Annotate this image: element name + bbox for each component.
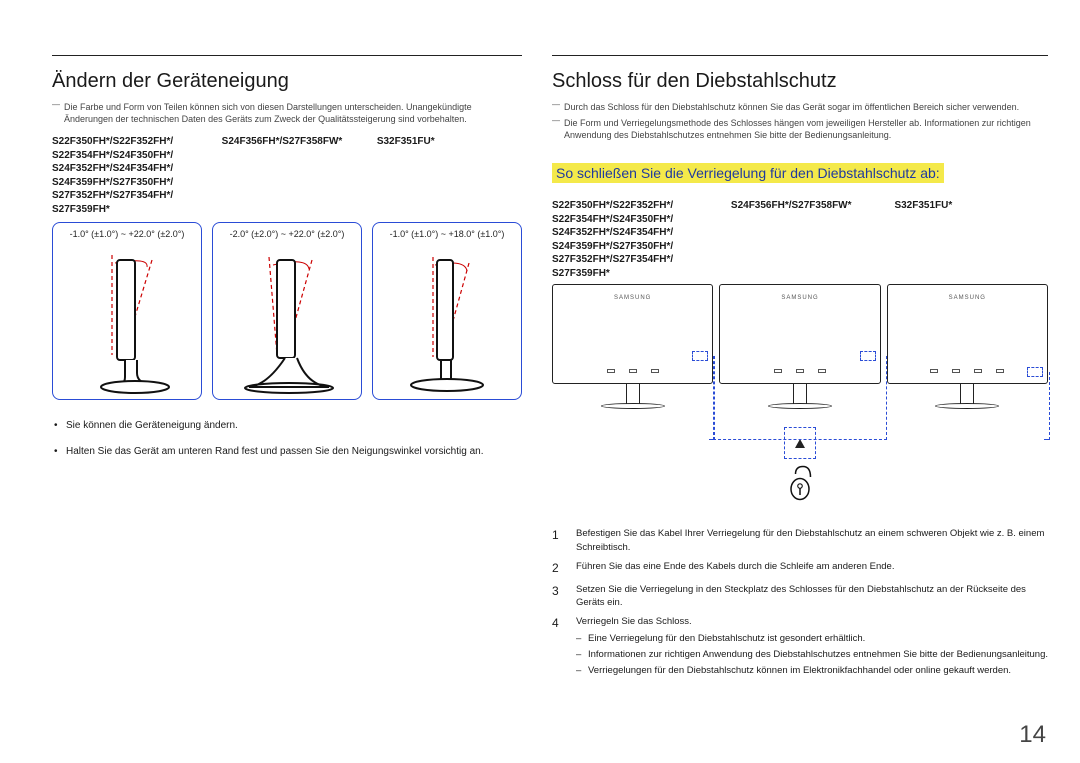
models-col3: S32F351FU* <box>377 135 522 216</box>
step-1: 1 Befestigen Sie das Kabel Ihrer Verrieg… <box>552 527 1048 554</box>
stand-icon <box>626 383 640 405</box>
tilt-fig-3 <box>377 245 517 395</box>
sub-dash-2: Informationen zur richtigen Anwendung de… <box>576 648 1048 661</box>
step-text: Verriegeln Sie das Schloss. Eine Verrieg… <box>576 615 1048 677</box>
tilt-illustration-icon <box>67 245 187 395</box>
lock-fig-3: SAMSUNG <box>887 284 1048 507</box>
step-3: 3 Setzen Sie die Verriegelung in den Ste… <box>552 583 1048 610</box>
brand-logo: SAMSUNG <box>720 295 879 301</box>
monitor-back-icon: SAMSUNG <box>887 284 1048 384</box>
right-column: Schloss für den Diebstahlschutz Durch da… <box>552 55 1048 684</box>
sub-dash-3: Verriegelungen für den Diebstahlschutz k… <box>576 664 1048 677</box>
r-models-col2: S24F356FH*/S27F358FW* <box>731 199 885 280</box>
stand-base-icon <box>768 403 832 409</box>
monitor-back-icon: SAMSUNG <box>552 284 713 384</box>
brand-logo: SAMSUNG <box>888 295 1047 301</box>
arrow-box <box>784 427 816 459</box>
tilt-spec-3: -1.0° (±1.0°) ~ +18.0° (±1.0°) <box>377 229 517 239</box>
heading-lock: Schloss für den Diebstahlschutz <box>552 55 1048 93</box>
step-text: Befestigen Sie das Kabel Ihrer Verriegel… <box>576 527 1048 554</box>
step-number: 1 <box>552 527 566 554</box>
tilt-bullets: Sie können die Geräteneigung ändern. Hal… <box>52 418 522 460</box>
tilt-illustration-icon <box>387 245 507 395</box>
tilt-spec-2: -2.0° (±2.0°) ~ +22.0° (±2.0°) <box>217 229 357 239</box>
ports-icon <box>720 369 879 373</box>
step-number: 4 <box>552 615 566 677</box>
r-models-col1: S22F350FH*/S22F352FH*/ S22F354FH*/S24F35… <box>552 199 721 280</box>
note-lock-1: Durch das Schloss für den Diebstahlschut… <box>552 101 1048 113</box>
step-number: 2 <box>552 560 566 577</box>
bullet-2: Halten Sie das Gerät am unteren Rand fes… <box>52 444 522 460</box>
ports-icon <box>888 369 1047 373</box>
brand-logo: SAMSUNG <box>553 295 712 301</box>
stand-icon <box>960 383 974 405</box>
lock-slot-icon <box>1027 367 1043 377</box>
heading-tilt: Ändern der Geräteneigung <box>52 55 522 93</box>
left-column: Ändern der Geräteneigung Die Farbe und F… <box>52 55 522 684</box>
tilt-illustration-icon <box>227 245 347 395</box>
lock-figures-row: SAMSUNG SAMSUNG <box>552 284 1048 507</box>
sub-heading-lock: So schließen Sie die Verriegelung für de… <box>552 163 944 183</box>
tilt-box-3: -1.0° (±1.0°) ~ +18.0° (±1.0°) <box>372 222 522 400</box>
tilt-figures-row: -1.0° (±1.0°) ~ +22.0° (±2.0°) -2.0° (±2… <box>52 222 522 400</box>
note-lock-2: Die Form und Verriegelungsmethode des Sc… <box>552 117 1048 141</box>
note-tilt: Die Farbe und Form von Teilen können sic… <box>52 101 522 125</box>
r-models-col3: S32F351FU* <box>894 199 1048 280</box>
step-text: Setzen Sie die Verriegelung in den Steck… <box>576 583 1048 610</box>
step-number: 3 <box>552 583 566 610</box>
step-text: Führen Sie das eine Ende des Kabels durc… <box>576 560 1048 577</box>
steps-list: 1 Befestigen Sie das Kabel Ihrer Verrieg… <box>552 527 1048 677</box>
ports-icon <box>553 369 712 373</box>
lock-slot-icon <box>860 351 876 361</box>
step-2: 2 Führen Sie das eine Ende des Kabels du… <box>552 560 1048 577</box>
lock-slot-icon <box>692 351 708 361</box>
monitor-back-icon: SAMSUNG <box>719 284 880 384</box>
page-number: 14 <box>1019 721 1046 749</box>
bullet-1: Sie können die Geräteneigung ändern. <box>52 418 522 434</box>
lock-fig-1: SAMSUNG <box>552 284 713 507</box>
step-4-text: Verriegeln Sie das Schloss. <box>576 616 692 627</box>
lock-fig-2: SAMSUNG <box>719 284 880 507</box>
stand-base-icon <box>601 403 665 409</box>
models-col2: S24F356FH*/S27F358FW* <box>222 135 367 216</box>
step-4: 4 Verriegeln Sie das Schloss. Eine Verri… <box>552 615 1048 677</box>
tilt-fig-2 <box>217 245 357 395</box>
right-model-row: S22F350FH*/S22F352FH*/ S22F354FH*/S24F35… <box>552 199 1048 280</box>
tilt-box-1: -1.0° (±1.0°) ~ +22.0° (±2.0°) <box>52 222 202 400</box>
models-col1: S22F350FH*/S22F352FH*/ S22F354FH*/S24F35… <box>52 135 212 216</box>
padlock-icon <box>785 465 815 507</box>
tilt-fig-1 <box>57 245 197 395</box>
left-model-row: S22F350FH*/S22F352FH*/ S22F354FH*/S24F35… <box>52 135 522 216</box>
stand-base-icon <box>935 403 999 409</box>
tilt-box-2: -2.0° (±2.0°) ~ +22.0° (±2.0°) <box>212 222 362 400</box>
tilt-spec-1: -1.0° (±1.0°) ~ +22.0° (±2.0°) <box>57 229 197 239</box>
arrow-up-icon <box>795 439 805 448</box>
stand-icon <box>793 383 807 405</box>
sub-dash-1: Eine Verriegelung für den Diebstahlschut… <box>576 632 1048 645</box>
